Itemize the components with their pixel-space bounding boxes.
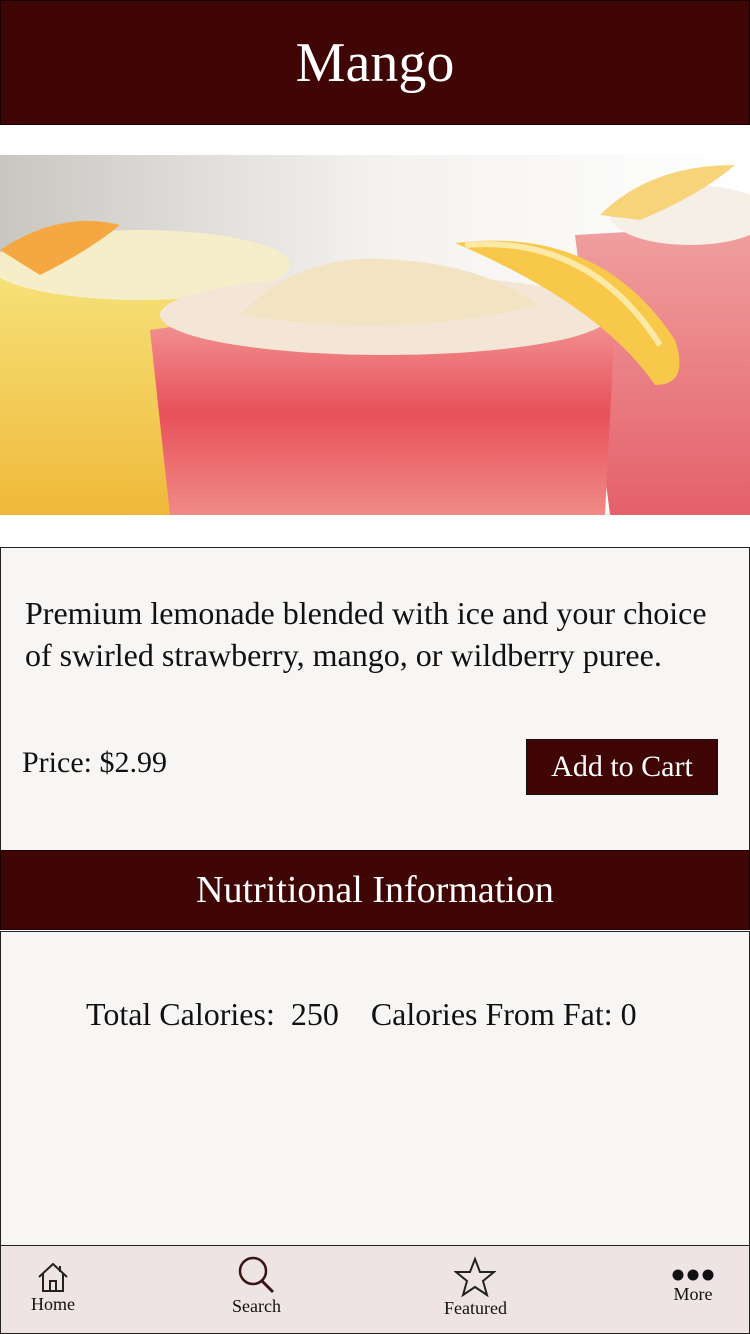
tab-more-label: More bbox=[673, 1284, 713, 1304]
page-title: Mango bbox=[295, 31, 455, 94]
tab-search-label: Search bbox=[232, 1296, 281, 1316]
nutrition-card: Total Calories: 250 Calories From Fat: 0 bbox=[0, 931, 750, 1246]
drink-photo bbox=[0, 155, 750, 515]
tab-search[interactable]: Search bbox=[232, 1254, 281, 1317]
nutrition-header: Nutritional Information bbox=[0, 850, 750, 930]
nutrition-title: Nutritional Information bbox=[196, 869, 554, 911]
search-icon bbox=[239, 1256, 275, 1294]
product-description: Premium lemonade blended with ice and yo… bbox=[25, 595, 707, 673]
fat-calories-label: Calories From Fat: bbox=[370, 996, 613, 1032]
home-icon bbox=[38, 1262, 68, 1292]
product-price: Price: $2.99 bbox=[22, 746, 167, 779]
tab-featured[interactable]: Featured bbox=[444, 1256, 507, 1319]
total-calories-label: Total Calories: bbox=[86, 996, 275, 1032]
tab-more[interactable]: More bbox=[671, 1266, 715, 1305]
app-header: Mango bbox=[0, 0, 750, 125]
nutrition-values: Total Calories: 250 Calories From Fat: 0 bbox=[86, 996, 637, 1033]
add-to-cart-button[interactable]: Add to Cart bbox=[526, 739, 718, 795]
tab-home[interactable]: Home bbox=[31, 1260, 75, 1315]
total-calories-value: 250 bbox=[290, 996, 339, 1032]
bottom-tab-bar: Home Search Featured More bbox=[0, 1245, 750, 1334]
product-image bbox=[0, 155, 750, 515]
tab-featured-label: Featured bbox=[444, 1298, 507, 1318]
more-icon bbox=[672, 1269, 714, 1281]
fat-calories-value: 0 bbox=[620, 996, 637, 1032]
star-icon bbox=[454, 1256, 497, 1298]
product-details-card: Premium lemonade blended with ice and yo… bbox=[0, 547, 750, 851]
tab-home-label: Home bbox=[31, 1294, 75, 1314]
